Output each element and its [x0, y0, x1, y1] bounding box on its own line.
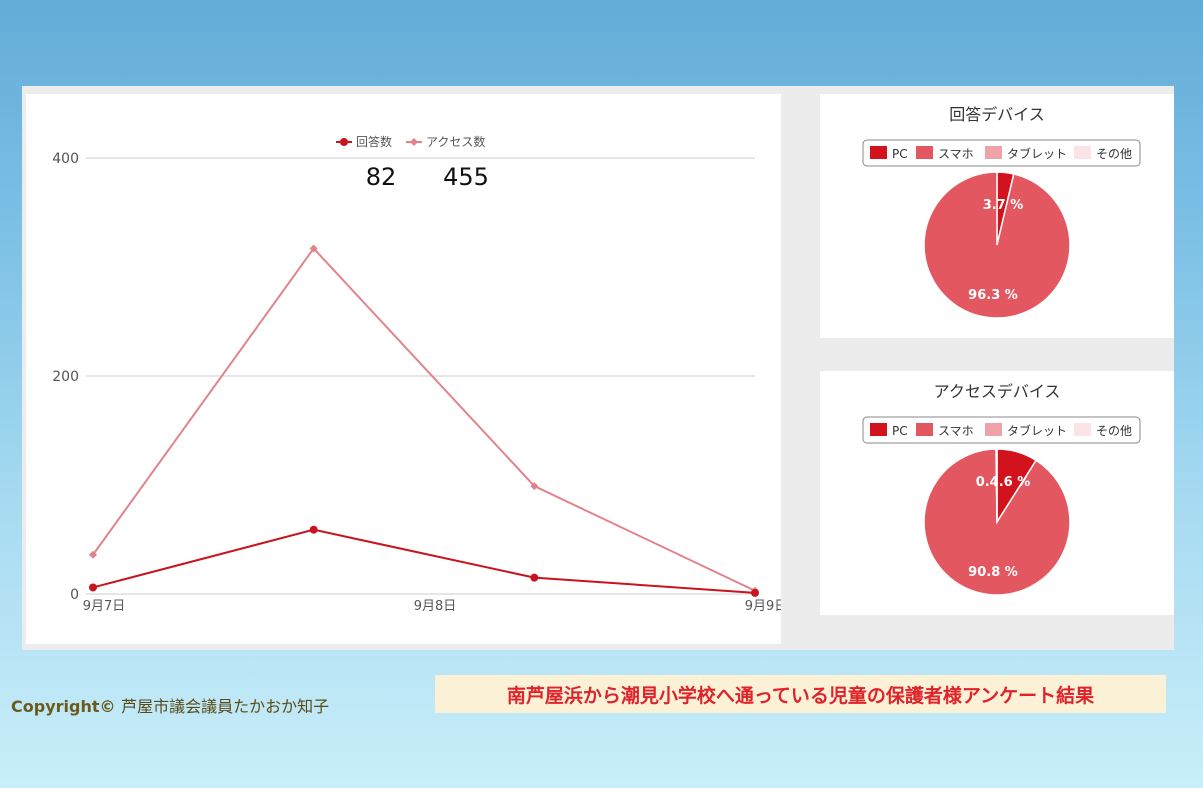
total-value: 82 — [366, 163, 397, 191]
copyright-text: Copyright© 芦屋市議会議員たかおか知子 — [11, 693, 329, 717]
survey-title-banner: 南芦屋浜から潮見小学校へ通っている児童の保護者様アンケート結果 — [435, 675, 1166, 713]
access-device-pie-chart: アクセスデバイス PC スマホ タブレット その他 0.4.6 % 90.8 % — [862, 382, 1141, 596]
y-tick-label: 200 — [52, 369, 79, 385]
legend-label: その他 — [1096, 147, 1132, 161]
data-point — [89, 583, 97, 592]
legend-label: タブレット — [1007, 146, 1067, 161]
pie-data-label: 96.3 % — [968, 288, 1018, 303]
legend-label: PC — [892, 147, 908, 161]
legend-label: その他 — [1096, 424, 1132, 438]
answer-device-pie-chart: 回答デバイス PC スマホ タブレット その他 3.7 % 96.3 % — [862, 105, 1141, 319]
answer-device-panel: 回答デバイス PC スマホ タブレット その他 3.7 % 96.3 % — [820, 94, 1174, 338]
legend-marker-dot — [410, 138, 418, 146]
y-tick-label: 400 — [52, 151, 79, 167]
legend-swatch — [1074, 423, 1091, 436]
pie-title: 回答デバイス — [949, 105, 1045, 124]
line-chart-panel: 400 200 0 9月7日 9月8日 9月9日 回答数 アクセス数 82 455 — [26, 94, 787, 644]
series-line — [92, 246, 756, 592]
legend-swatch — [870, 146, 887, 159]
legend-swatch — [985, 423, 1002, 436]
legend-label: スマホ — [938, 424, 974, 438]
legend-swatch — [916, 423, 933, 436]
pie-data-label: 0.4.6 % — [976, 475, 1031, 490]
legend-label: アクセス数 — [426, 134, 485, 149]
total-value: 455 — [443, 163, 489, 191]
legend-label: 回答数 — [356, 134, 392, 149]
legend-swatch — [1074, 146, 1091, 159]
legend-label: タブレット — [1007, 423, 1067, 438]
legend-swatch — [870, 423, 887, 436]
copyright-author: 芦屋市議会議員たかおか知子 — [121, 697, 330, 716]
data-point — [751, 588, 759, 597]
legend-marker-dot — [340, 138, 348, 146]
legend-label: PC — [892, 424, 908, 438]
x-tick-label: 9月9日 — [745, 599, 781, 614]
pie-data-label: 3.7 % — [983, 198, 1024, 213]
data-point — [530, 573, 539, 582]
x-tick-label: 9月8日 — [414, 599, 457, 614]
x-tick-label: 9月7日 — [83, 599, 126, 614]
legend-label: スマホ — [938, 147, 974, 161]
legend-swatch — [916, 146, 933, 159]
y-tick-label: 0 — [70, 587, 79, 603]
data-point — [309, 525, 318, 534]
copyright-label: Copyright© — [11, 697, 116, 716]
pie-title: アクセスデバイス — [934, 382, 1061, 401]
chart-frame: 400 200 0 9月7日 9月8日 9月9日 回答数 アクセス数 82 455 回答デバイス P… — [22, 86, 1174, 650]
line-chart: 400 200 0 9月7日 9月8日 9月9日 回答数 アクセス数 82 455 — [52, 134, 787, 614]
series-line — [92, 528, 756, 594]
legend-swatch — [985, 146, 1002, 159]
pie-data-label: 90.8 % — [968, 565, 1018, 580]
access-device-panel: アクセスデバイス PC スマホ タブレット その他 0.4.6 % 90.8 % — [820, 371, 1174, 615]
